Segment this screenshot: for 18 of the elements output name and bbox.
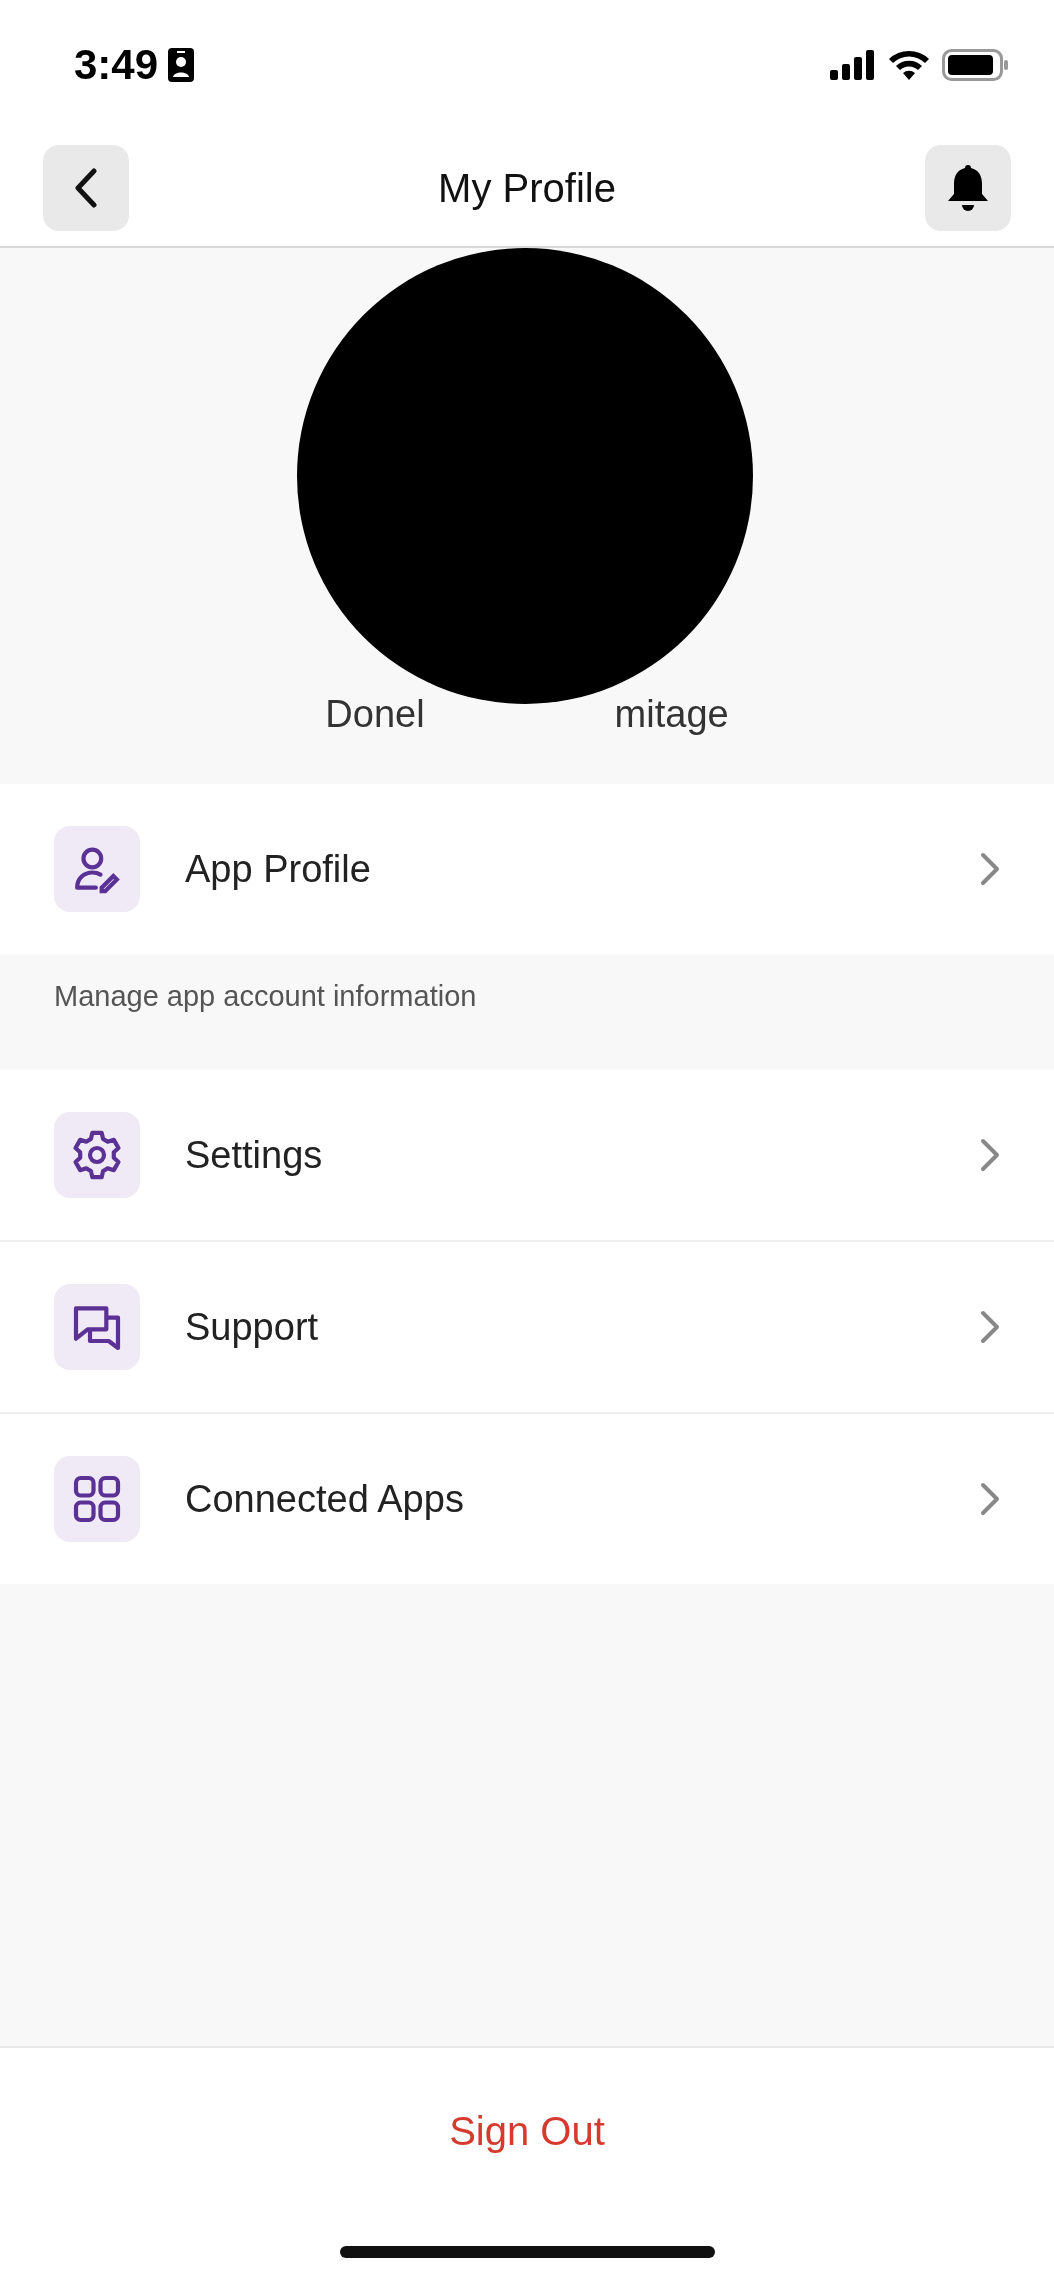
chevron-icon [980,1310,1000,1344]
chevron-icon [980,852,1000,886]
page-title: My Profile [438,165,616,211]
battery-icon [942,49,1008,81]
wifi-icon [888,50,930,80]
back-button[interactable] [43,145,129,231]
id-badge-icon [168,48,195,82]
sign-out-button[interactable]: Sign Out [443,2108,611,2155]
bell-icon [946,163,990,213]
chevron-icon [980,1482,1000,1516]
back-icon [74,168,98,208]
status-time: 3:49 [74,41,159,89]
signal-icon [830,50,876,80]
chevron-icon [980,1138,1000,1172]
section-caption: Manage app account information [54,980,477,1012]
notifications-button[interactable] [925,145,1011,231]
name-text: mitage [614,693,729,736]
name-text: Donel [325,693,425,736]
